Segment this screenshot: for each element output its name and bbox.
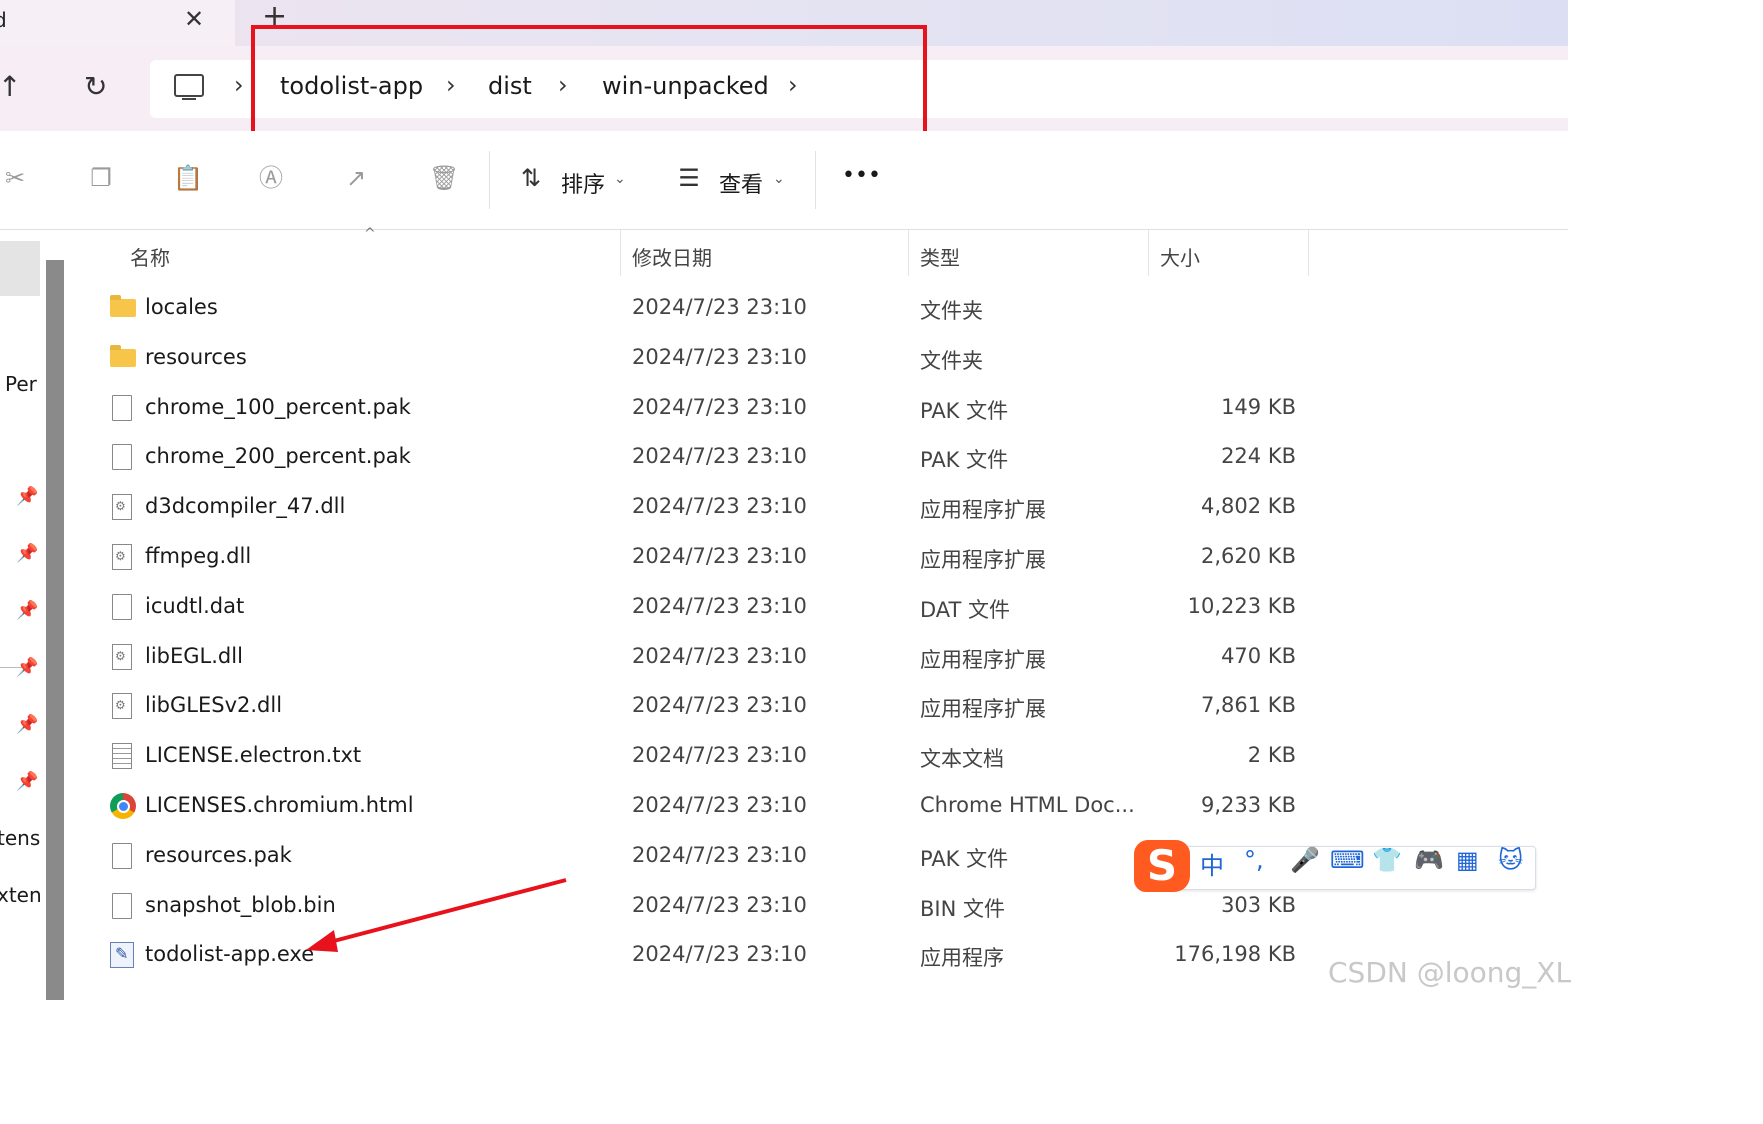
annotation-arrow — [306, 878, 567, 952]
watermark: CSDN @loong_XL — [1328, 956, 1572, 989]
